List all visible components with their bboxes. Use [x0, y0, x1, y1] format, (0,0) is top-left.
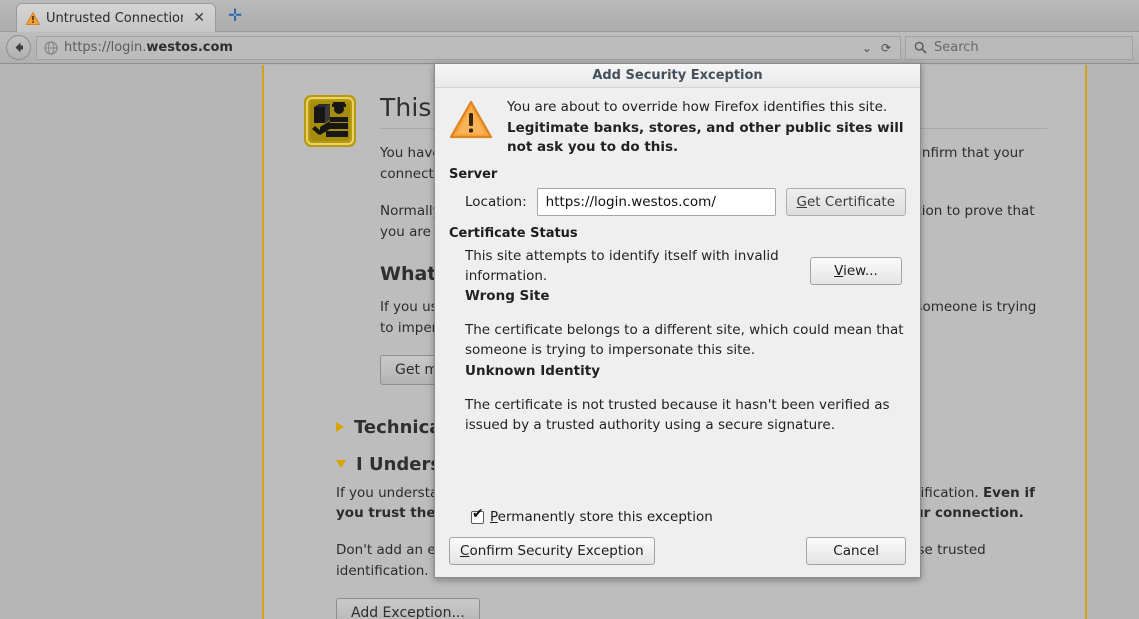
- back-button[interactable]: [6, 35, 31, 60]
- browser-window: Untrusted Connection ✕ ✛ https://login.w…: [0, 0, 1139, 619]
- globe-icon: [44, 40, 58, 55]
- tab-title: Untrusted Connection: [46, 10, 184, 26]
- url-bar-actions: ⌄ ⟳: [852, 35, 901, 60]
- dialog-footer: Permanently store this exception Confirm…: [435, 507, 920, 577]
- add-security-exception-dialog: Add Security Exception You are about to …: [434, 63, 921, 578]
- browser-tab[interactable]: Untrusted Connection ✕: [16, 3, 216, 32]
- dialog-title: Add Security Exception: [592, 68, 763, 83]
- certificate-status-row: This site attempts to identify itself wi…: [449, 247, 906, 306]
- permanently-store-label: Permanently store this exception: [490, 509, 713, 525]
- certificate-warning-icon: [304, 95, 356, 147]
- location-value: https://login.westos.com/: [545, 194, 716, 211]
- dialog-body: You are about to override how Firefox id…: [435, 88, 920, 509]
- search-input[interactable]: Search: [905, 35, 1133, 60]
- permanently-store-checkbox[interactable]: [471, 507, 484, 524]
- warning-triangle-icon: [26, 11, 40, 25]
- url-bar[interactable]: https://login.westos.com: [36, 35, 853, 60]
- url-text: https://login.westos.com: [64, 40, 233, 55]
- certificate-status-text: This site attempts to identify itself wi…: [465, 247, 794, 306]
- location-input[interactable]: https://login.westos.com/: [536, 188, 776, 217]
- wrong-site-heading: Wrong Site: [465, 287, 550, 304]
- search-placeholder: Search: [934, 40, 979, 55]
- chevron-down-icon[interactable]: ⌄: [862, 41, 872, 55]
- new-tab-button[interactable]: ✛: [228, 8, 242, 25]
- location-row: Location: https://login.westos.com/ Get …: [449, 188, 906, 217]
- cancel-button[interactable]: Cancel: [806, 537, 906, 565]
- server-group-label: Server: [449, 167, 498, 183]
- unknown-identity-heading: Unknown Identity: [465, 362, 601, 379]
- tab-close-icon[interactable]: ✕: [189, 11, 209, 25]
- dialog-button-row: Confirm Security Exception Cancel: [449, 537, 906, 565]
- chevron-right-icon: [336, 422, 344, 433]
- back-arrow-icon: [15, 42, 23, 53]
- navigation-toolbar: https://login.westos.com ⌄ ⟳ Search: [0, 32, 1139, 64]
- location-label: Location:: [465, 194, 527, 211]
- permanently-store-row[interactable]: Permanently store this exception: [471, 507, 906, 525]
- tab-bar: Untrusted Connection ✕ ✛: [0, 0, 1139, 32]
- warning-triangle-icon: [449, 100, 493, 139]
- certificate-status-group-label: Certificate Status: [449, 226, 578, 242]
- dialog-warning-line1: You are about to override how Firefox id…: [507, 99, 888, 115]
- dialog-warning-text: You are about to override how Firefox id…: [507, 98, 906, 157]
- get-certificate-button[interactable]: Get Certificate: [785, 188, 906, 217]
- reload-icon[interactable]: ⟳: [881, 41, 891, 55]
- chevron-down-icon: [336, 460, 346, 469]
- dialog-warning-line2: Legitimate banks, stores, and other publ…: [507, 120, 904, 156]
- view-certificate-button[interactable]: View...: [810, 257, 902, 286]
- dialog-titlebar: Add Security Exception: [435, 64, 920, 88]
- add-exception-button[interactable]: Add Exception...: [336, 598, 480, 619]
- search-icon: [914, 41, 927, 54]
- confirm-security-exception-button[interactable]: Confirm Security Exception: [449, 537, 655, 565]
- dialog-warning-block: You are about to override how Firefox id…: [449, 98, 906, 157]
- certificate-detail-block: The certificate belongs to a different s…: [465, 320, 906, 435]
- unknown-identity-body: The certificate is not trusted because i…: [465, 396, 890, 434]
- wrong-site-body: The certificate belongs to a different s…: [465, 322, 904, 359]
